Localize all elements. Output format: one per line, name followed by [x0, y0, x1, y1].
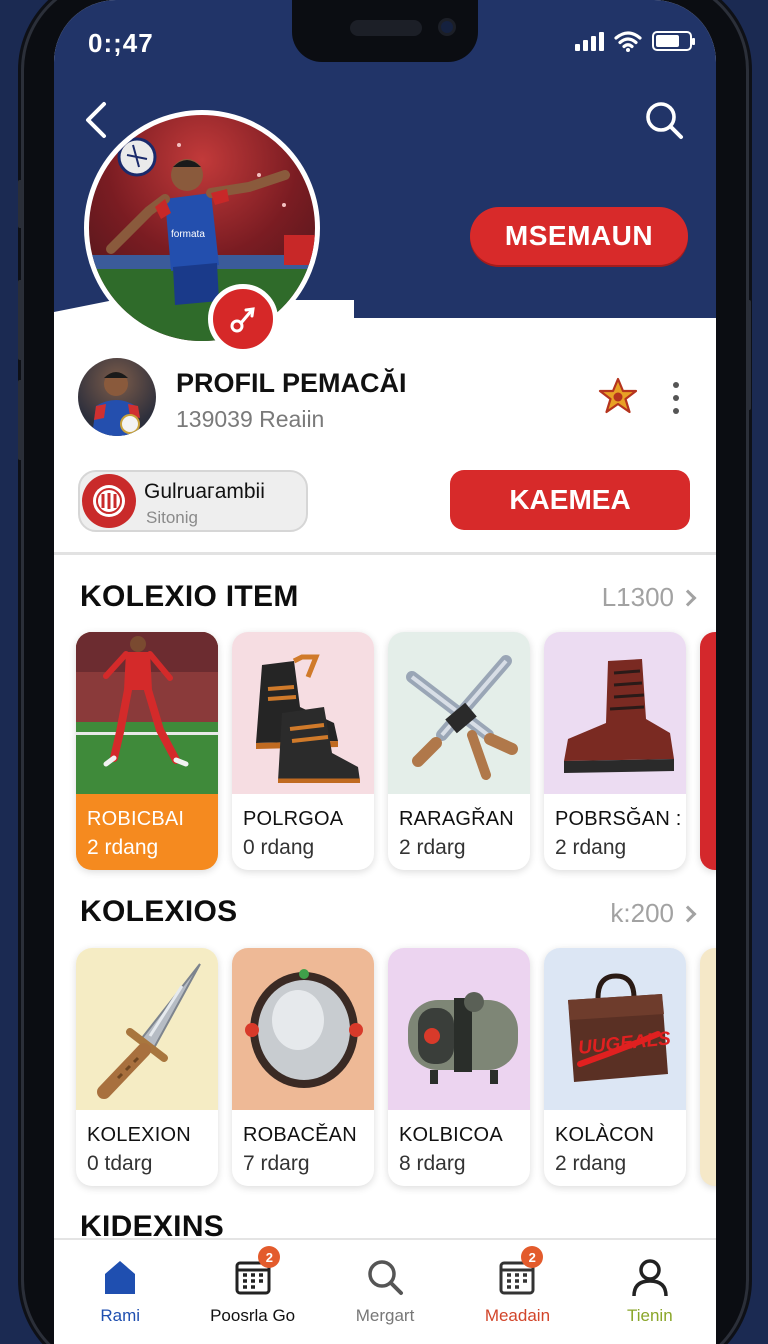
item-card[interactable]: UUGEALS KOLÀCON 2 rdang [544, 948, 686, 1186]
item-card[interactable]: ROBACĚAN 7 rdarg [232, 948, 374, 1186]
search-icon [368, 1260, 404, 1295]
section-see-all-link[interactable]: L1300 [601, 582, 697, 613]
item-title: KOLÀCON [555, 1124, 655, 1146]
more-options-icon[interactable] [664, 378, 688, 418]
boots-icon [232, 632, 374, 794]
item-card[interactable]: KOLEXION 0 tdarg [76, 948, 218, 1186]
item-title: ROBICBAI [87, 808, 185, 830]
item-card[interactable]: POLRGOA 0 rdang [232, 632, 374, 870]
section-title-collections: KOLEXIOS [80, 895, 238, 928]
item-card[interactable]: RARAGŘAN 2 rdarg [388, 632, 530, 870]
volume-up-button [18, 280, 23, 360]
notification-badge: 2 [258, 1246, 281, 1268]
music-note-icon [230, 307, 255, 333]
profile-edit-badge[interactable] [208, 284, 278, 354]
wifi-icon [614, 31, 642, 52]
shield-icon [232, 948, 374, 1110]
item-meta: 2 rdang [555, 1152, 627, 1175]
svg-text:formata: formata [171, 229, 205, 240]
divider [54, 552, 716, 555]
chevron-right-icon [679, 905, 697, 922]
item-title: ROBACĚAN [243, 1124, 357, 1146]
mute-switch [18, 180, 23, 228]
item-card[interactable]: KOLBICOA 8 rdarg [388, 948, 530, 1186]
follow-button[interactable]: MSEMAUN [470, 207, 688, 265]
boot-icon [544, 632, 686, 794]
section-link-text: k:200 [610, 898, 674, 928]
item-meta: 2 rdarg [399, 836, 466, 859]
nav-item-profile[interactable]: Tienin [584, 1240, 716, 1344]
group-title: Gulruaгambii [144, 480, 265, 503]
star-icon[interactable] [598, 376, 638, 416]
nav-item-search[interactable]: Mergart [319, 1240, 451, 1344]
collection-items-row: ROBICBAI 2 rdang POLRGOA 0 rdang RARAGŘA… [76, 632, 716, 870]
bottom-navigation: Rami 2 Poosrla Go Mergart 2 Meadain Tien… [54, 1238, 716, 1344]
status-icons [575, 30, 695, 52]
profile-summary: PROFIL PEMACĂI 139039 Reaiin [78, 356, 698, 442]
item-meta: 0 tdarg [87, 1152, 153, 1175]
nav-label: Poosrla Go [210, 1306, 296, 1325]
section-title-collection-items: KOLEXIO ITEM [80, 580, 299, 613]
search-icon[interactable] [642, 98, 686, 142]
item-meta: 0 rdang [243, 836, 315, 859]
dagger-icon [76, 948, 218, 1110]
profile-subtitle: 139039 Reaiin [176, 406, 325, 432]
home-icon [105, 1261, 136, 1294]
nav-item-calendar[interactable]: 2 Poosrla Go [186, 1240, 318, 1344]
football-player-image [76, 632, 218, 794]
bag-icon: UUGEALS [544, 948, 686, 1110]
signal-icon [575, 31, 604, 51]
football-player-image: formata [89, 137, 315, 341]
section-link-text: L1300 [601, 582, 674, 612]
status-time: 0:;47 [88, 28, 154, 58]
item-card[interactable]: POBRSĞAN : 2 rdang [544, 632, 686, 870]
nav-item-media[interactable]: 2 Meadain [451, 1240, 583, 1344]
primary-action-button[interactable]: KAEMEA [450, 470, 690, 530]
gadget-icon [388, 948, 530, 1110]
volume-down-button [18, 380, 23, 460]
collections-row: KOLEXION 0 tdarg ROBACĚAN 7 rdarg KOLBIC… [76, 948, 716, 1186]
nav-label: Tienin [626, 1306, 673, 1325]
back-icon[interactable] [78, 98, 118, 142]
crossed-swords-icon [388, 632, 530, 794]
item-meta: 2 rdang [555, 836, 627, 859]
profile-name: PROFIL PEMACĂI [176, 368, 407, 398]
item-title: POLRGOA [243, 808, 344, 830]
avatar[interactable] [78, 358, 156, 436]
group-subtitle: Sitonig [146, 508, 198, 527]
item-title: KOLBICOA [399, 1124, 503, 1146]
group-chip[interactable]: Gulruaгambii Sitonig [78, 470, 308, 532]
item-title: RARAGŘAN [399, 808, 514, 830]
app-screen: 0:;47 MSEMAUN formata PROFIL PEMACĂI 139… [54, 0, 716, 1344]
item-card-partial[interactable] [700, 948, 716, 1186]
item-meta: 2 rdang [87, 836, 159, 859]
section-see-all-link[interactable]: k:200 [610, 898, 697, 929]
item-title: KOLEXION [87, 1124, 191, 1146]
item-title: POBRSĞAN : [555, 808, 682, 830]
camera-notch [292, 0, 478, 62]
club-logo-icon [82, 474, 136, 528]
chevron-right-icon [679, 589, 697, 606]
nav-item-home[interactable]: Rami [54, 1240, 186, 1344]
nav-label: Mergart [355, 1306, 415, 1325]
user-icon [632, 1259, 668, 1297]
nav-label: Rami [100, 1306, 141, 1325]
item-meta: 8 rdarg [399, 1152, 466, 1175]
power-button [746, 300, 751, 410]
player-avatar-image [92, 372, 140, 436]
profile-cover-avatar[interactable]: formata [84, 110, 320, 346]
battery-icon [652, 31, 695, 51]
item-meta: 7 rdarg [243, 1152, 310, 1175]
notification-badge: 2 [521, 1246, 544, 1268]
nav-label: Meadain [484, 1306, 551, 1325]
item-card-partial[interactable] [700, 632, 716, 870]
item-card[interactable]: ROBICBAI 2 rdang [76, 632, 218, 870]
